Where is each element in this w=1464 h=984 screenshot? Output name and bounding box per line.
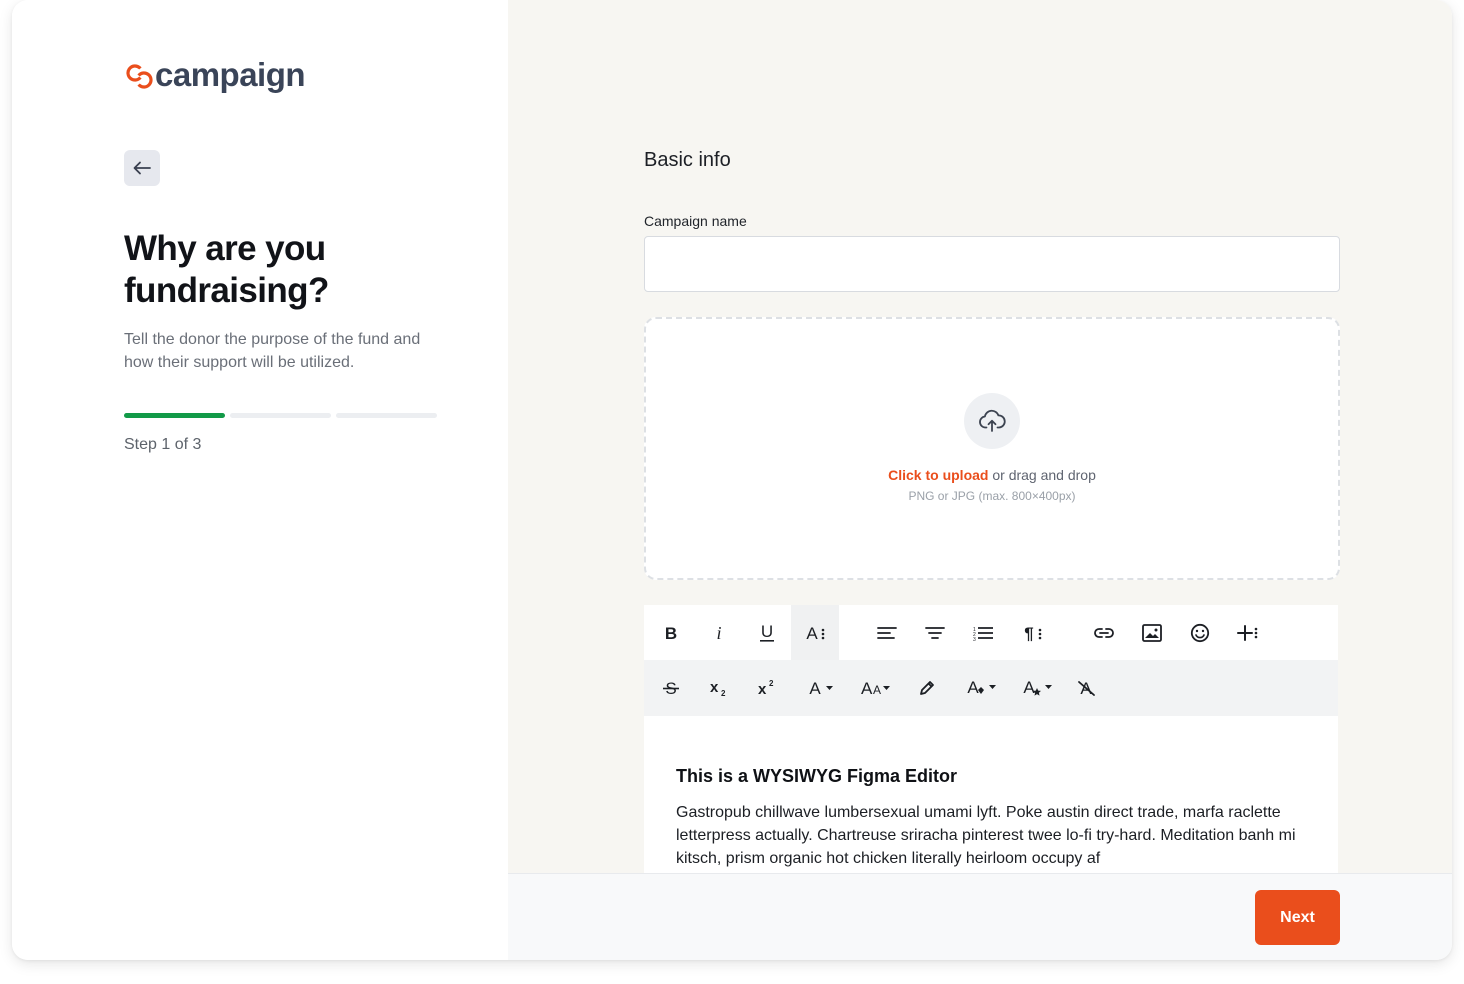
- arrow-left-icon: [133, 161, 151, 175]
- subscript-icon[interactable]: x2: [694, 660, 744, 715]
- align-center-icon[interactable]: [910, 605, 960, 660]
- italic-icon[interactable]: i: [694, 605, 744, 660]
- svg-text:A: A: [1023, 678, 1035, 697]
- click-to-upload-link[interactable]: Click to upload: [888, 467, 988, 483]
- svg-text:A: A: [806, 624, 818, 642]
- background-color-icon[interactable]: A: [954, 660, 1010, 715]
- left-panel: campaign Why are you fundraising? Tell t…: [12, 0, 508, 960]
- svg-text:¶: ¶: [1024, 624, 1033, 642]
- page-subtext: Tell the donor the purpose of the fund a…: [124, 331, 421, 371]
- form-footer: Next: [508, 873, 1452, 960]
- svg-text:x: x: [758, 681, 767, 697]
- svg-text:A: A: [967, 678, 979, 697]
- svg-text:A: A: [809, 679, 821, 697]
- upload-hint: PNG or JPG (max. 800×400px): [908, 489, 1076, 503]
- upload-drag-text: or drag and drop: [988, 467, 1096, 483]
- paragraph-icon[interactable]: ¶: [1007, 605, 1057, 660]
- next-button[interactable]: Next: [1255, 890, 1340, 945]
- editor-heading: This is a WYSIWYG Figma Editor: [676, 766, 958, 786]
- svg-text:U: U: [761, 623, 773, 641]
- rich-text-editor: B i U A 123 ¶ S x 2 x 2 A A A A A This i…: [644, 605, 1338, 905]
- image-upload-dropzone[interactable]: Click to upload or drag and drop PNG or …: [644, 317, 1340, 580]
- cloud-upload-icon: [964, 393, 1020, 449]
- step-label: Step 1 of 3: [124, 436, 202, 453]
- text-effect-icon[interactable]: A: [1010, 660, 1066, 715]
- insert-more-icon[interactable]: [1223, 605, 1273, 660]
- back-button[interactable]: [124, 150, 160, 186]
- page-headline: Why are you fundraising?: [124, 229, 329, 310]
- editor-toolbar-row-2: S x2 x2 A AA A A: [644, 660, 1338, 716]
- brand-logo: campaign: [124, 56, 306, 94]
- section-title: Basic info: [644, 149, 731, 171]
- upload-instruction: Click to upload or drag and drop: [646, 467, 1338, 483]
- svg-text:2: 2: [769, 679, 774, 688]
- text-color-icon[interactable]: A: [796, 660, 846, 715]
- app-window: campaign Why are you fundraising? Tell t…: [12, 0, 1452, 960]
- link-icon[interactable]: [1079, 605, 1129, 660]
- svg-text:A: A: [873, 683, 881, 697]
- svg-text:B: B: [665, 624, 677, 642]
- editor-content[interactable]: This is a WYSIWYG Figma Editor Gastropub…: [676, 766, 1296, 870]
- ordered-list-icon[interactable]: 123: [958, 605, 1008, 660]
- progress-segment-1: [124, 413, 225, 418]
- underline-icon[interactable]: U: [742, 605, 792, 660]
- superscript-icon[interactable]: x2: [742, 660, 792, 715]
- emoji-icon[interactable]: [1175, 605, 1225, 660]
- highlight-pen-icon[interactable]: [902, 660, 952, 715]
- logo-mark-icon: [124, 57, 156, 93]
- svg-text:x: x: [710, 679, 719, 696]
- font-style-icon[interactable]: A: [791, 605, 839, 660]
- step-progress: [124, 413, 437, 418]
- clear-format-icon[interactable]: A: [1062, 660, 1112, 715]
- image-icon[interactable]: [1127, 605, 1177, 660]
- svg-text:i: i: [716, 624, 721, 642]
- svg-text:3: 3: [973, 637, 976, 641]
- editor-paragraph: Gastropub chillwave lumbersexual umami l…: [676, 804, 1296, 867]
- bold-icon[interactable]: B: [646, 605, 696, 660]
- font-size-icon[interactable]: AA: [848, 660, 904, 715]
- editor-toolbar-row-1: B i U A 123 ¶: [644, 605, 1338, 660]
- strikethrough-icon[interactable]: S: [646, 660, 696, 715]
- svg-text:2: 2: [721, 689, 726, 697]
- campaign-name-input[interactable]: [644, 236, 1340, 292]
- brand-name: campaign: [155, 56, 306, 93]
- progress-segment-2: [230, 413, 331, 418]
- align-left-icon[interactable]: [862, 605, 912, 660]
- progress-segment-3: [336, 413, 437, 418]
- svg-text:A: A: [861, 679, 873, 697]
- right-panel: Basic info Campaign name Click to upload…: [508, 0, 1452, 960]
- campaign-name-label: Campaign name: [644, 213, 747, 229]
